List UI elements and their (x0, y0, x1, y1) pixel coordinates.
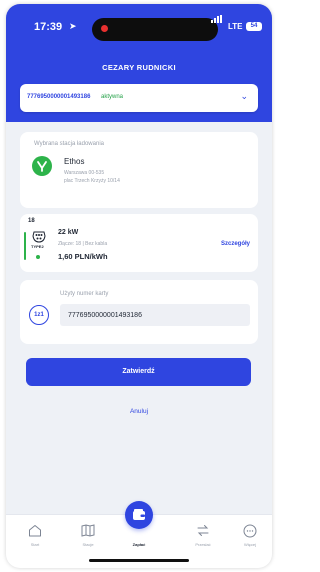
availability-dot (36, 255, 40, 259)
battery-icon: 54 (246, 22, 262, 31)
connector-type: TYPE2 (31, 244, 44, 249)
card-number-label: Użyty numer karty (60, 291, 109, 297)
dynamic-island (92, 18, 218, 41)
home-indicator (89, 559, 189, 562)
recording-indicator-icon (101, 25, 108, 32)
nav-item-start[interactable]: Start (13, 515, 57, 555)
station-address-city: Warszawa 00-535 (64, 170, 105, 176)
connector-number: 18 (28, 218, 35, 224)
connector-power: 22 kW (58, 229, 79, 236)
card-id-icon: 1z1 (29, 305, 49, 325)
cancel-link[interactable]: Anuluj (6, 408, 272, 415)
connector-details: Złącze: 18 | Bez kabla (58, 241, 108, 247)
station-address-street: plac Trzech Krzyży 10/14 (64, 178, 120, 184)
nav-item-more[interactable]: Więcej (228, 515, 272, 555)
app-header: 17:39 ➤ LTE 54 CEZARY RUDNICKI 777695000… (6, 4, 272, 122)
nav-label-transfer: Przesłać (195, 542, 211, 547)
station-name: Ethos (64, 157, 85, 166)
transfer-icon (196, 524, 210, 542)
selected-card-number: 7776950000001493186 (27, 94, 91, 100)
phone-screen: 17:39 ➤ LTE 54 CEZARY RUDNICKI 777695000… (6, 4, 272, 568)
map-icon (81, 524, 95, 542)
nav-item-stations[interactable]: Stacje (66, 515, 110, 555)
station-label: Wybrana stacja ładowania (34, 141, 104, 147)
details-link[interactable]: Szczegóły (221, 241, 250, 247)
home-icon (28, 524, 42, 542)
location-arrow-icon: ➤ (69, 21, 77, 31)
main-content: Wybrana stacja ładowania Ethos Warszawa … (6, 122, 272, 514)
chevron-down-icon: ⌄ (240, 91, 248, 101)
nav-label-more: Więcej (243, 542, 256, 547)
nav-item-transfer[interactable]: Przesłać (181, 515, 225, 555)
nav-label-start: Start (30, 542, 40, 547)
status-bar: 17:39 ➤ LTE 54 (6, 15, 272, 41)
wallet-icon (133, 509, 145, 520)
station-logo-icon (32, 156, 52, 176)
card-number-input[interactable] (60, 304, 250, 326)
more-icon (243, 524, 257, 543)
card-status: aktywna (101, 94, 124, 100)
connector-status-bar (24, 232, 26, 260)
connector-price: 1,60 PLN/kWh (58, 252, 108, 261)
nav-label-pay: Zapłać (132, 542, 146, 547)
confirm-button[interactable]: Zatwierdź (26, 358, 251, 386)
card-selector-dropdown[interactable]: 7776950000001493186 aktywna ⌄ (20, 84, 258, 112)
station-card: Wybrana stacja ładowania Ethos Warszawa … (20, 132, 258, 208)
network-type: LTE (228, 22, 243, 31)
pay-button[interactable] (125, 501, 153, 529)
bottom-navigation: Start Stacje Zapłać Przesłać Więcej (6, 501, 272, 568)
user-name: CEZARY RUDNICKI (102, 63, 176, 72)
status-time: 17:39 (34, 21, 63, 33)
card-number-card: 1z1 Użyty numer karty (20, 280, 258, 344)
connector-card: 18 TYPE2 22 kW Złącze: 18 | Bez kabla 1,… (20, 214, 258, 272)
nav-label-stations: Stacje (82, 542, 94, 547)
